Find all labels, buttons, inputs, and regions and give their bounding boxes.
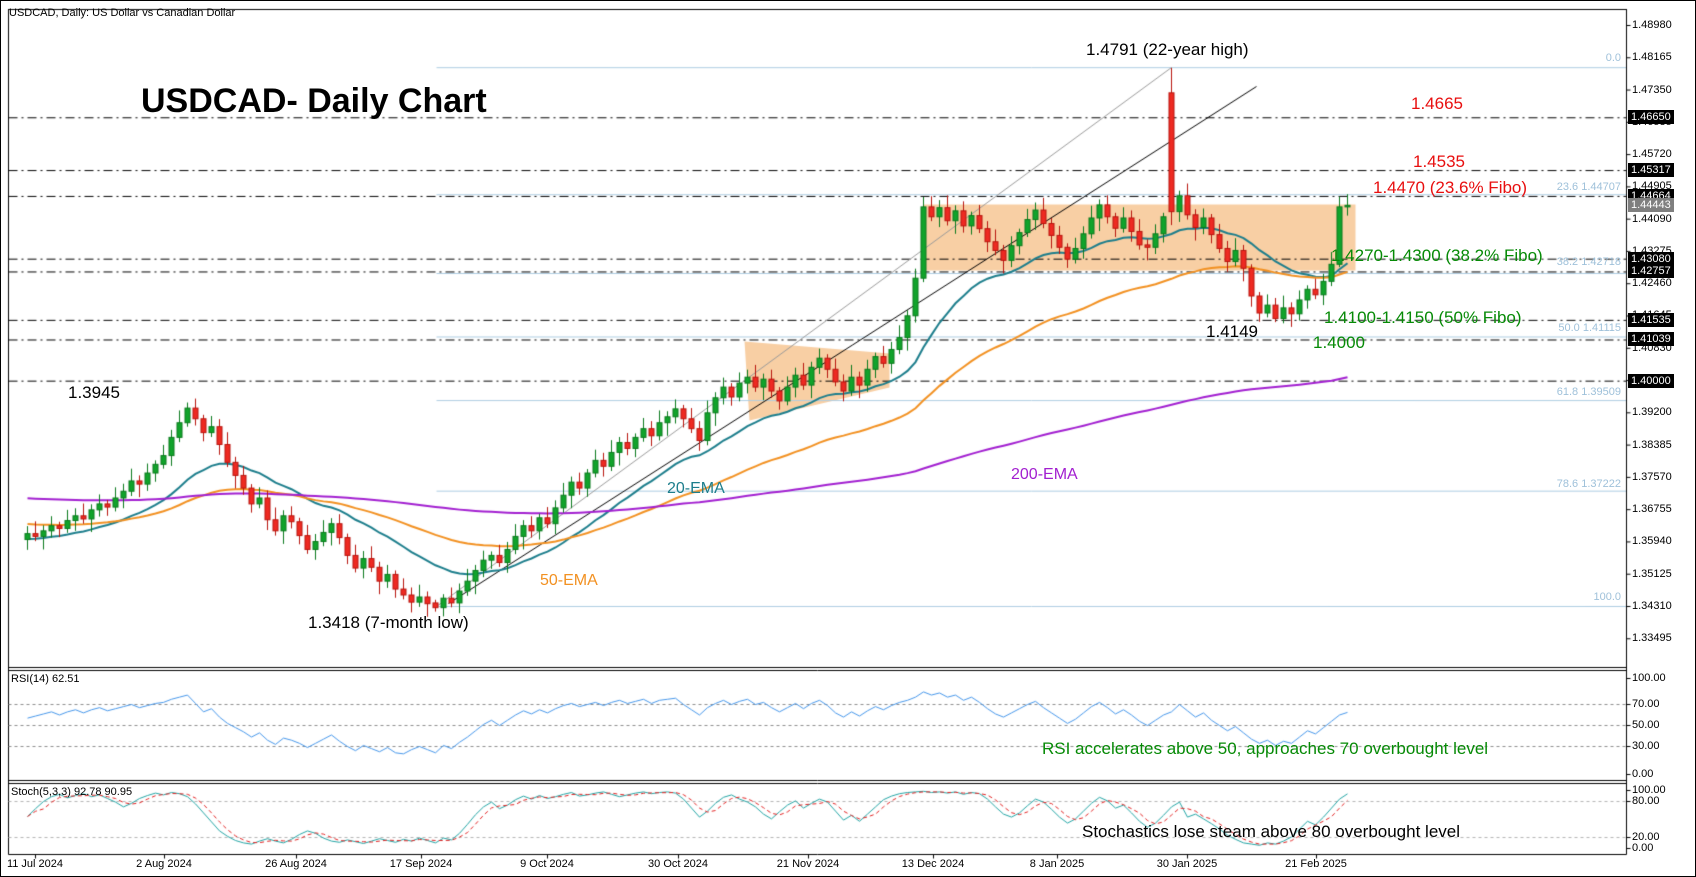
price-tick-label: 1.47350 [1632,84,1672,96]
price-tick-label: 1.48165 [1632,51,1672,63]
annotation-res-14535: 1.4535 [1413,153,1465,172]
price-level-badge: 1.42757 [1628,264,1674,278]
price-tick-label: 1.34310 [1632,600,1672,612]
price-level-badge: 1.46650 [1628,110,1674,124]
fibo-level-label: 50.0 1.41115 [1558,322,1621,334]
stoch-annotation: Stochastics lose steam above 80 overboug… [1082,823,1460,842]
date-tick-label: 9 Oct 2024 [520,858,574,870]
price-tick-label: 1.38385 [1632,439,1672,451]
fibo-level-label: 100.0 [1593,591,1621,603]
indicator-tick-label: 70.00 [1632,698,1660,710]
indicator-tick-label: 0.00 [1632,768,1653,780]
symbol-description: USDCAD, Daily: US Dollar vs Canadian Dol… [9,7,235,19]
annotation-low-14149: 1.4149 [1206,323,1258,342]
indicator-tick-label: 80.00 [1632,795,1660,807]
indicator-tick-label: 30.00 [1632,740,1660,752]
price-tick-label: 1.48980 [1632,19,1672,31]
chart-window: USDCAD, Daily: US Dollar vs Canadian Dol… [0,0,1696,877]
ema200-label: 200-EMA [1011,466,1078,484]
annotation-sup-14000: 1.4000 [1313,334,1365,353]
date-tick-label: 2 Aug 2024 [136,858,192,870]
current-price-badge: 1.44443 [1628,198,1674,212]
date-tick-label: 26 Aug 2024 [265,858,327,870]
date-tick-label: 21 Feb 2025 [1285,858,1347,870]
price-tick-label: 1.35125 [1632,568,1672,580]
price-level-badge: 1.40000 [1628,374,1674,388]
date-tick-label: 11 Jul 2024 [7,858,63,870]
ema50-label: 50-EMA [540,572,598,590]
indicator-tick-label: 100.00 [1632,672,1666,684]
rsi-annotation: RSI accelerates above 50, approaches 70 … [1042,740,1488,759]
price-tick-label: 1.37570 [1632,471,1672,483]
annotation-22yr-high: 1.4791 (22-year high) [1086,41,1249,60]
annotation-sup-1410-fibo: 1.4100-1.4150 (50% Fibo) [1324,309,1522,328]
fibo-level-label: 38.2 1.42718 [1557,256,1621,268]
price-tick-label: 1.44090 [1632,213,1672,225]
price-tick-label: 1.45720 [1632,148,1672,160]
indicator-tick-label: 0.00 [1632,842,1653,854]
annotation-res-1447-fibo: 1.4470 (23.6% Fibo) [1373,179,1527,198]
date-tick-label: 30 Oct 2024 [648,858,708,870]
price-tick-label: 1.42460 [1632,277,1672,289]
annotation-res-14665: 1.4665 [1411,95,1463,114]
date-tick-label: 30 Jan 2025 [1157,858,1218,870]
stoch-indicator-label: Stoch(5,3,3) 92.78 90.95 [11,786,132,798]
price-tick-label: 1.35940 [1632,535,1672,547]
date-tick-label: 8 Jan 2025 [1030,858,1084,870]
chart-title: USDCAD- Daily Chart [141,83,487,120]
date-tick-label: 17 Sep 2024 [390,858,452,870]
fibo-level-label: 78.6 1.37222 [1557,478,1621,490]
date-tick-label: 13 Dec 2024 [902,858,964,870]
price-tick-label: 1.39200 [1632,406,1672,418]
indicator-tick-label: 50.00 [1632,719,1660,731]
price-level-badge: 1.41535 [1628,313,1674,327]
annotation-peak-13945: 1.3945 [68,384,120,403]
ema20-label: 20-EMA [667,480,725,498]
annotation-sup-1427-fibo: 1.4270-1.4300 (38.2% Fibo) [1331,247,1543,266]
fibo-level-label: 23.6 1.44707 [1557,181,1621,193]
rsi-indicator-label: RSI(14) 62.51 [11,673,79,685]
price-tick-label: 1.33495 [1632,632,1672,644]
fibo-level-label: 61.8 1.39509 [1557,386,1621,398]
fibo-level-label: 0.0 [1606,52,1621,64]
price-level-badge: 1.41039 [1628,332,1674,346]
annotation-7month-low: 1.3418 (7-month low) [308,614,469,633]
date-tick-label: 21 Nov 2024 [777,858,839,870]
price-tick-label: 1.36755 [1632,503,1672,515]
price-level-badge: 1.45317 [1628,163,1674,177]
